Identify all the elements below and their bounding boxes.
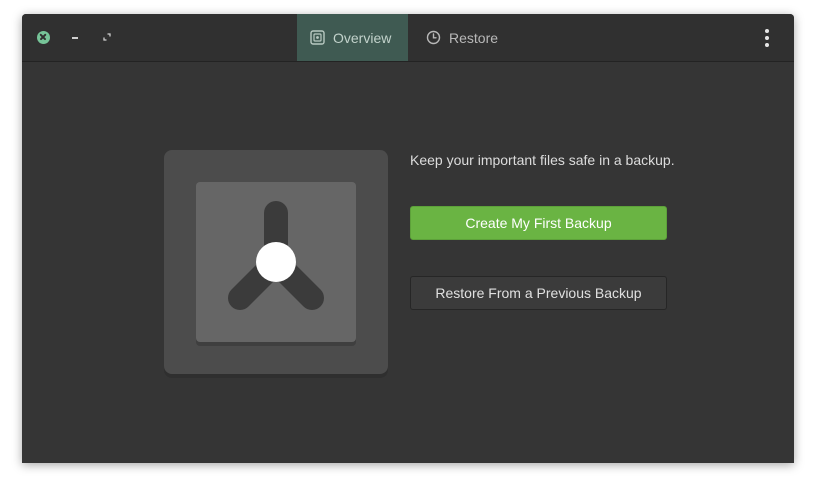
restore-previous-backup-button[interactable]: Restore From a Previous Backup bbox=[410, 276, 667, 310]
close-icon bbox=[36, 30, 50, 44]
tab-restore[interactable]: Restore bbox=[413, 14, 513, 61]
header-bar: Overview Restore bbox=[22, 14, 794, 62]
safe-vault-icon bbox=[164, 150, 388, 378]
main-menu-button[interactable] bbox=[758, 26, 776, 50]
close-button[interactable] bbox=[34, 28, 52, 46]
maximize-icon bbox=[103, 33, 111, 41]
create-first-backup-button[interactable]: Create My First Backup bbox=[410, 206, 667, 240]
tab-overview-label: Overview bbox=[333, 29, 392, 46]
tagline-text: Keep your important files safe in a back… bbox=[410, 152, 675, 168]
clock-icon bbox=[425, 30, 441, 46]
tab-restore-label: Restore bbox=[449, 29, 499, 46]
more-vertical-icon bbox=[765, 29, 769, 33]
minimize-icon bbox=[72, 37, 78, 39]
overview-icon bbox=[309, 30, 325, 46]
minimize-button[interactable] bbox=[66, 28, 84, 46]
app-window: Overview Restore Keep your important fil… bbox=[22, 14, 794, 463]
maximize-button[interactable] bbox=[98, 28, 116, 46]
tab-overview[interactable]: Overview bbox=[297, 14, 408, 61]
